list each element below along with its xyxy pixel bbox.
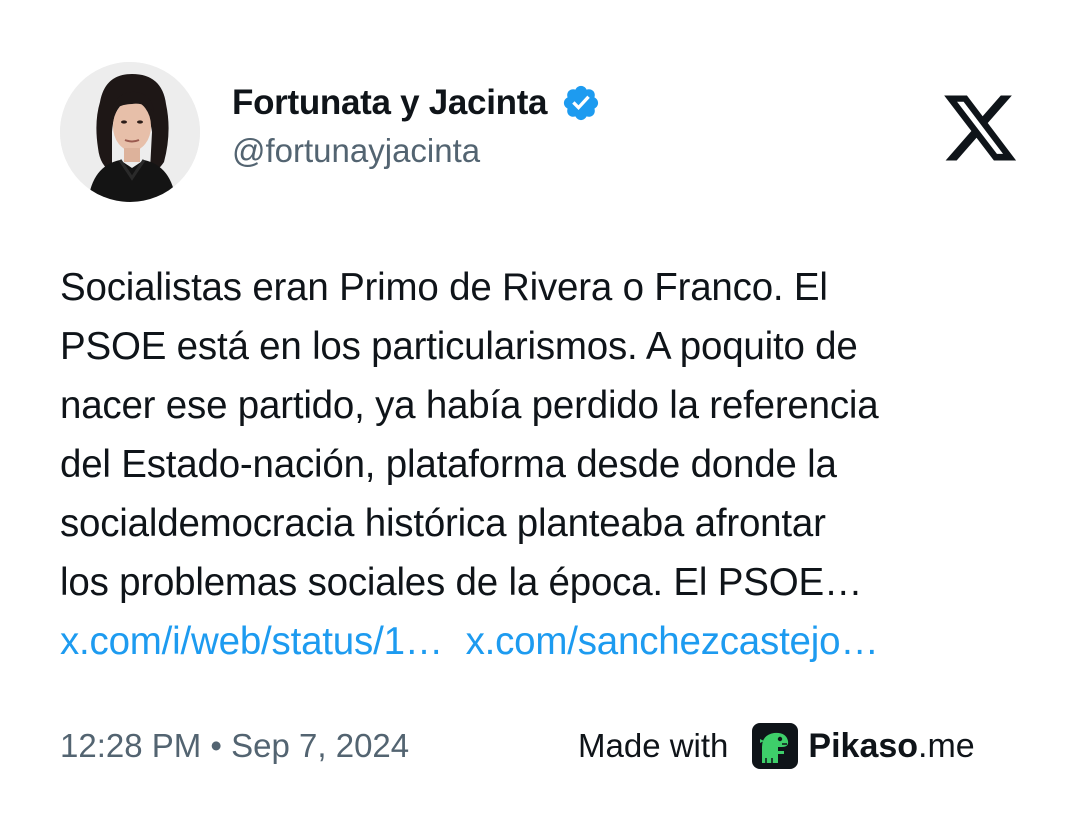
author-handle[interactable]: @fortunayjacinta	[232, 132, 601, 170]
pikaso-brand-suffix: .me	[918, 726, 975, 765]
avatar[interactable]	[60, 62, 200, 202]
author-block: Fortunata y Jacinta @fortunayjacinta	[232, 80, 601, 170]
tweet-text-line: socialdemocracia histórica planteaba afr…	[60, 502, 826, 545]
tweet-text-line: PSOE está en los particularismos. A poqu…	[60, 325, 858, 368]
tweet-text-line: Socialistas eran Primo de Rivera o Franc…	[60, 266, 828, 309]
made-with-label: Made with	[578, 727, 729, 764]
verified-badge-icon	[561, 83, 601, 123]
tweet-card: Fortunata y Jacinta @fortunayjacinta Soc…	[0, 0, 1080, 826]
x-logo-icon[interactable]	[940, 88, 1020, 168]
pikaso-brand: Pikaso.me	[808, 727, 974, 766]
tweet-text: Socialistas eran Primo de Rivera o Franc…	[60, 258, 1050, 671]
author-display-name[interactable]: Fortunata y Jacinta	[232, 83, 548, 123]
tweet-text-line: los problemas sociales de la época. El P…	[60, 561, 863, 604]
name-row: Fortunata y Jacinta	[232, 80, 601, 126]
tweet-text-line: del Estado-nación, plataforma desde dond…	[60, 443, 837, 486]
pikaso-brand-bold: Pikaso	[808, 726, 919, 765]
made-with-badge[interactable]: Made with Pikaso.me	[578, 722, 975, 770]
tweet-link-sanchezcastejo[interactable]: x.com/sanchezcastejo…	[466, 620, 879, 663]
tweet-link-status[interactable]: x.com/i/web/status/1…	[60, 620, 443, 663]
pikaso-dino-icon	[752, 723, 799, 769]
avatar-image	[60, 62, 200, 202]
tweet-text-line: nacer ese partido, ya había perdido la r…	[60, 384, 879, 427]
tweet-links: x.com/i/web/status/1… x.com/sanchezcaste…	[60, 612, 1050, 671]
tweet-timestamp[interactable]: 12:28 PM • Sep 7, 2024	[60, 722, 409, 770]
